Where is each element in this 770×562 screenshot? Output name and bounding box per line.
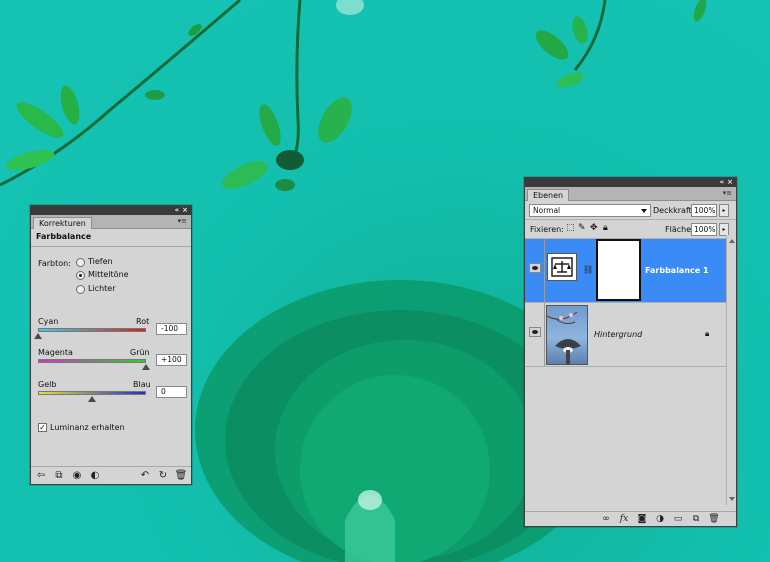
mask-icon[interactable]: ◙: [636, 513, 648, 525]
panel-tab-row: Korrekturen ▾≡: [31, 215, 191, 229]
magenta-gruen-slider-thumb[interactable]: [142, 364, 150, 370]
balance-scale-icon: [551, 257, 573, 277]
slider-blau-label: Blau: [133, 380, 151, 389]
adjustment-title: Farbbalance: [31, 229, 191, 247]
opacity-label: Deckkraft:: [653, 206, 695, 215]
scroll-up-icon[interactable]: [729, 239, 735, 243]
new-layer-icon[interactable]: ⧉: [690, 513, 702, 525]
layer-row-hintergrund[interactable]: Hintergrund 🔒︎: [525, 303, 726, 367]
radio-tiefen-label[interactable]: Tiefen: [88, 257, 113, 266]
close-icon[interactable]: ×: [182, 206, 188, 215]
radio-lichter-label[interactable]: Lichter: [88, 284, 116, 293]
panel-menu-icon[interactable]: ▾≡: [178, 217, 187, 225]
magenta-gruen-slider-track[interactable]: [38, 359, 146, 363]
cyan-rot-slider-track[interactable]: [38, 328, 146, 332]
layer-list: ⛓ Farbbalance 1 Hintergrund 🔒︎: [525, 235, 726, 505]
thumbnail-photo: [547, 311, 581, 364]
collapse-icon[interactable]: «: [175, 206, 180, 215]
visibility-icon[interactable]: ◐: [89, 470, 101, 482]
lock-all-icon[interactable]: 🔒︎: [603, 223, 608, 233]
panel-topbar: « ×: [31, 206, 191, 215]
luminance-checkbox[interactable]: ✓: [38, 423, 47, 432]
tab-korrekturen[interactable]: Korrekturen: [33, 217, 92, 229]
layer-mask-thumbnail[interactable]: [596, 239, 641, 301]
fx-icon[interactable]: fx: [618, 513, 630, 525]
chevron-down-icon: [641, 209, 647, 213]
back-arrow-icon[interactable]: ⇦: [35, 470, 47, 482]
visibility-eye-icon[interactable]: [529, 263, 541, 273]
chain-link-icon[interactable]: ⛓: [583, 265, 593, 274]
lock-label: Fixieren:: [530, 225, 564, 234]
layer-list-scrollbar[interactable]: [726, 235, 736, 505]
color-balance-thumbnail[interactable]: [547, 253, 577, 281]
adjustments-panel: « × Korrekturen ▾≡ Farbbalance Farbton: …: [30, 205, 192, 485]
visibility-eye-icon[interactable]: [529, 327, 541, 337]
clip-layer-icon[interactable]: ⧉: [53, 470, 65, 482]
slider-gelb-label: Gelb: [38, 380, 57, 389]
lock-pixels-icon[interactable]: ✎: [578, 223, 586, 233]
opacity-input[interactable]: 100%: [691, 204, 717, 217]
panel-tab-row: Ebenen ▾≡: [525, 187, 736, 201]
blend-mode-value: Normal: [533, 206, 561, 215]
blend-opacity-row: Normal Deckkraft: 100% ▸: [525, 201, 736, 220]
slider-cyan-label: Cyan: [38, 317, 59, 326]
slider-gruen-label: Grün: [130, 348, 150, 357]
gelb-blau-slider-thumb[interactable]: [88, 396, 96, 402]
layer-name[interactable]: Farbbalance 1: [645, 266, 709, 275]
background-image-thumbnail[interactable]: [546, 305, 588, 365]
radio-mitteltoene[interactable]: [76, 271, 85, 280]
radio-lichter[interactable]: [76, 285, 85, 294]
layers-panel: « × Ebenen ▾≡ Normal Deckkraft: 100% ▸ F…: [524, 177, 737, 527]
link-icon[interactable]: ∞: [600, 513, 612, 525]
gelb-blau-value-input[interactable]: 0: [156, 386, 187, 398]
divider: [544, 239, 545, 302]
close-icon[interactable]: ×: [727, 178, 733, 187]
slider-rot-label: Rot: [136, 317, 150, 326]
adjustments-footer: ⇦ ⧉ ◉ ◐ ↶ ↻ 🗑: [31, 466, 191, 484]
cyan-rot-value-input[interactable]: -100: [156, 323, 187, 335]
adjustment-icon[interactable]: ◑: [654, 513, 666, 525]
collapse-icon[interactable]: «: [720, 178, 725, 187]
scroll-down-icon[interactable]: [729, 497, 735, 501]
luminance-label[interactable]: Luminanz erhalten: [50, 423, 125, 432]
previous-state-icon[interactable]: ↶: [139, 470, 151, 482]
panel-topbar: « ×: [525, 178, 736, 187]
panel-menu-icon[interactable]: ▾≡: [723, 189, 732, 197]
fill-label: Fläche:: [665, 225, 694, 234]
divider: [544, 303, 545, 366]
cyan-rot-slider-thumb[interactable]: [34, 333, 42, 339]
lock-icon: 🔒︎: [705, 329, 710, 338]
layers-footer: ∞ fx ◙ ◑ ▭ ⧉ 🗑: [525, 511, 736, 526]
group-icon[interactable]: ▭: [672, 513, 684, 525]
eye-state-icon[interactable]: ◉: [71, 470, 83, 482]
opacity-slider-button[interactable]: ▸: [719, 204, 729, 217]
radio-mitteltoene-label[interactable]: Mitteltöne: [88, 270, 129, 279]
slider-magenta-label: Magenta: [38, 348, 73, 357]
radio-tiefen[interactable]: [76, 258, 85, 267]
lock-position-icon[interactable]: ✥: [590, 223, 598, 233]
farbton-label: Farbton:: [38, 259, 71, 268]
magenta-gruen-value-input[interactable]: +100: [156, 354, 187, 366]
tab-ebenen[interactable]: Ebenen: [527, 189, 570, 201]
layer-row-farbbalance[interactable]: ⛓ Farbbalance 1: [525, 239, 726, 303]
lock-transparency-icon[interactable]: ⬚: [566, 223, 575, 233]
layer-name[interactable]: Hintergrund: [594, 330, 642, 339]
blend-mode-select[interactable]: Normal: [529, 204, 651, 217]
trash-icon[interactable]: 🗑: [175, 470, 188, 482]
gelb-blau-slider-track[interactable]: [38, 391, 146, 395]
trash-icon[interactable]: 🗑: [708, 513, 720, 525]
adjustment-controls: Farbton: Tiefen Mitteltöne Lichter Cyan …: [31, 247, 191, 467]
reset-icon[interactable]: ↻: [157, 470, 169, 482]
